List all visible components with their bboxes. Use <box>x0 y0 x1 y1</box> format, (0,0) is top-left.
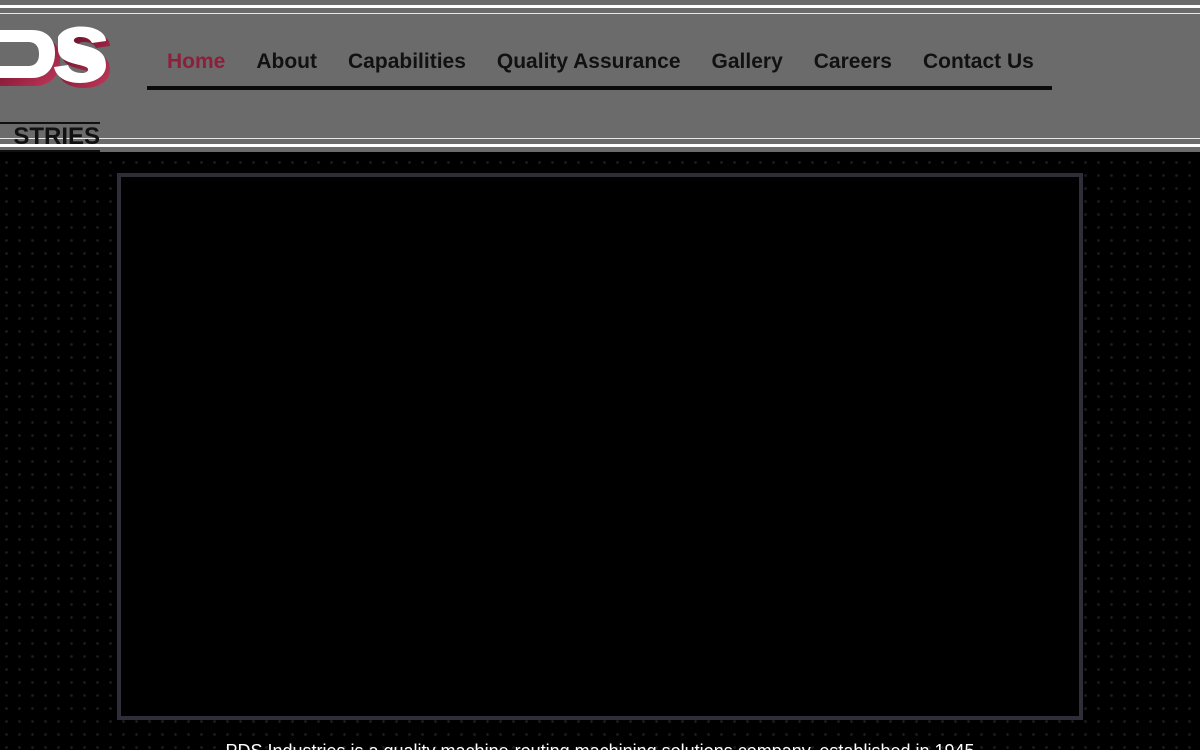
company-logo[interactable]: STRIES <box>0 20 112 152</box>
site-header: STRIES Home About Capabilities Quality A… <box>0 0 1200 152</box>
nav-item-quality-assurance[interactable]: Quality Assurance <box>481 39 696 85</box>
header-top-stripe-thin <box>0 13 1200 14</box>
hero-media-frame[interactable] <box>117 173 1083 720</box>
nav-item-about[interactable]: About <box>240 39 332 85</box>
nav-item-gallery[interactable]: Gallery <box>696 39 798 85</box>
logo-mark-icon <box>0 26 110 88</box>
header-bottom-stripe-thin <box>0 138 1200 139</box>
nav-item-home[interactable]: Home <box>151 39 240 85</box>
nav-item-careers[interactable]: Careers <box>798 39 907 85</box>
nav-item-contact-us[interactable]: Contact Us <box>907 39 1049 85</box>
page: STRIES Home About Capabilities Quality A… <box>0 0 1200 750</box>
intro-text: PDS Industries is a quality machine-rout… <box>0 740 1200 750</box>
logo-wordmark: STRIES <box>0 122 100 152</box>
main-navigation: Home About Capabilities Quality Assuranc… <box>147 38 1052 90</box>
header-bottom-stripe <box>0 144 1200 147</box>
header-top-stripe <box>0 5 1200 8</box>
nav-item-capabilities[interactable]: Capabilities <box>332 39 481 85</box>
